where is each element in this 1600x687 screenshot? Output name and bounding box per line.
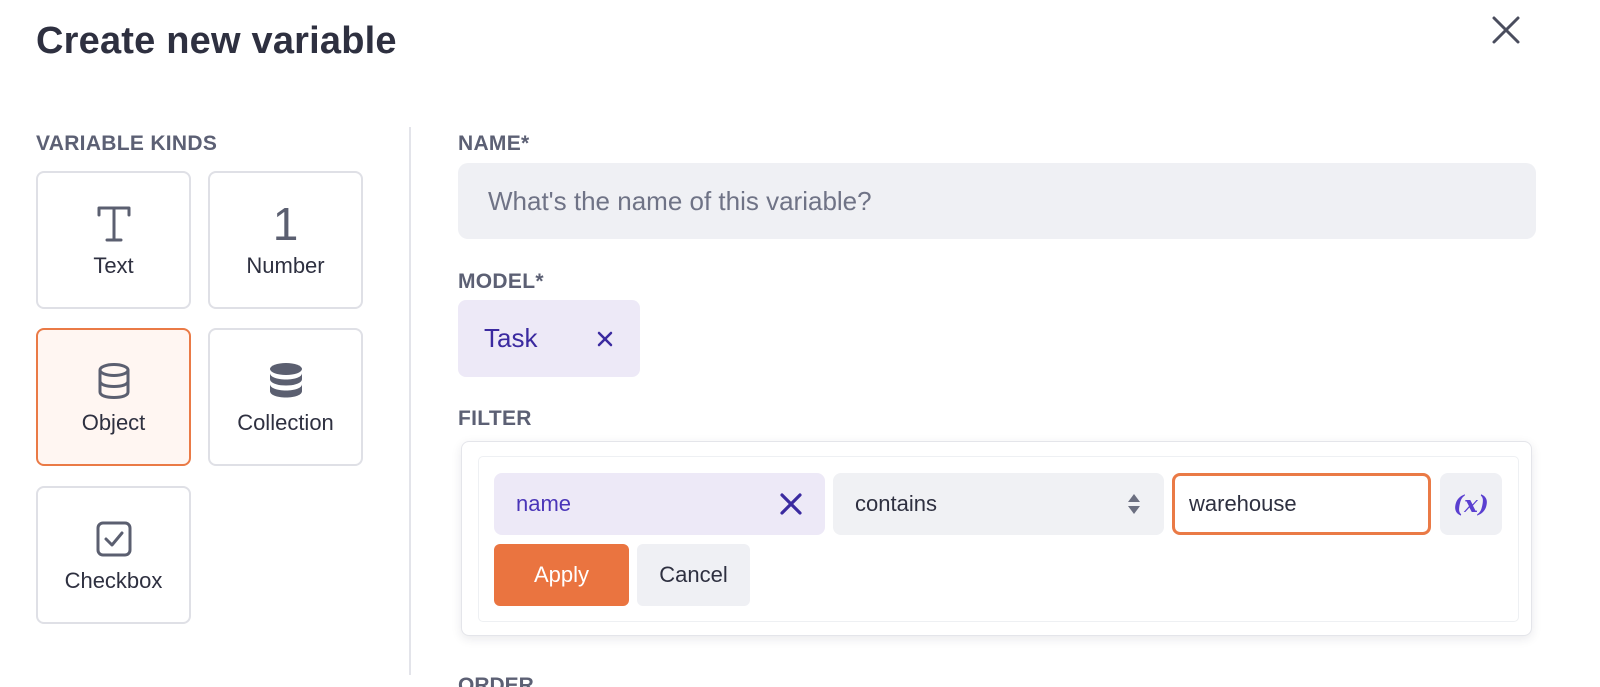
close-icon — [1492, 16, 1520, 44]
order-label-partial: ORDER — [458, 674, 534, 687]
kind-label-text: Text — [93, 253, 134, 278]
name-label: NAME* — [458, 132, 530, 155]
filter-operator-label: contains — [855, 491, 937, 516]
column-divider — [409, 127, 411, 675]
model-label: MODEL* — [458, 270, 544, 293]
sort-arrows-icon — [1128, 494, 1140, 514]
kind-card-number[interactable]: 1 Number — [208, 171, 363, 309]
kind-label-number: Number — [246, 253, 325, 278]
model-chip[interactable]: Task — [458, 300, 640, 377]
variable-kinds-heading: VARIABLE KINDS — [36, 132, 218, 155]
number-icon: 1 — [273, 201, 299, 247]
filter-popover: name contains (x) Apply Cancel — [461, 441, 1532, 636]
kind-label-object: Object — [81, 410, 146, 435]
text-icon — [95, 201, 133, 247]
model-chip-label: Task — [484, 323, 538, 353]
page-title: Create new variable — [36, 20, 397, 62]
filter-editor: name contains (x) Apply Cancel — [479, 457, 1518, 621]
apply-button[interactable]: Apply — [494, 544, 629, 606]
kind-card-text[interactable]: Text — [36, 171, 191, 309]
checkbox-icon — [95, 516, 133, 562]
filter-operator-select[interactable]: contains — [833, 473, 1164, 535]
close-button[interactable] — [1490, 14, 1522, 46]
filter-field-chip[interactable]: name — [494, 473, 825, 535]
kind-card-object[interactable]: Object — [36, 328, 191, 466]
kind-label-checkbox: Checkbox — [64, 568, 163, 593]
filter-label: FILTER — [458, 407, 532, 430]
filter-field-label: name — [516, 491, 572, 516]
database-stack-icon — [268, 358, 304, 404]
insert-variable-button[interactable]: (x) — [1440, 473, 1502, 535]
name-input[interactable] — [458, 163, 1536, 239]
filter-value-input[interactable] — [1172, 473, 1431, 535]
remove-model-icon[interactable] — [596, 330, 614, 348]
database-outline-icon — [97, 358, 131, 404]
kind-card-collection[interactable]: Collection — [208, 328, 363, 466]
kind-card-checkbox[interactable]: Checkbox — [36, 486, 191, 624]
number-glyph: 1 — [272, 198, 299, 250]
cancel-button[interactable]: Cancel — [637, 544, 750, 606]
remove-field-icon[interactable] — [779, 492, 803, 516]
kind-label-collection: Collection — [237, 410, 334, 435]
